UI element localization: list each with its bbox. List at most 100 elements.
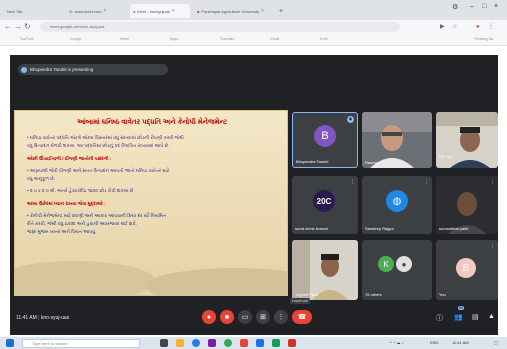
tab-label: New Tab [7, 8, 23, 14]
chat-icon[interactable]: ▤ [472, 313, 479, 321]
minimize-icon[interactable]: – [470, 3, 474, 10]
slide-line: • કેનોપી મેનેજમેન્ટ માટે છટણી અને આકાર આ… [27, 213, 167, 218]
slide-line: • ઘનિષ્ઠ વાવેતર પદ્ધતિ એટલે એકમ વિસ્તારમ… [27, 135, 184, 140]
tab-2[interactable]: ● Meet - knosyujuas × [130, 4, 190, 18]
meeting-code: kno-syuj-uas [40, 315, 70, 321]
taskbar-search-input[interactable]: Type here to search [22, 339, 140, 348]
shared-slide: આંબામાં ઘનિષ્ઠ વાવેતર પદ્ધતિ અને કેનોપી … [14, 110, 288, 296]
present-button[interactable]: ⊞ [256, 310, 270, 324]
forward-icon[interactable]: → [14, 22, 22, 32]
activities-icon[interactable]: ▲ [488, 313, 495, 320]
camera-off-icon: ■ [224, 313, 230, 321]
participant-name: Rasesh [365, 160, 379, 165]
participant-tile[interactable]: ◍ ⋮ Sandeep Rajgor [362, 176, 432, 234]
close-icon[interactable]: × [172, 8, 175, 14]
present-icon: ⊞ [260, 314, 266, 321]
participant-video [292, 240, 358, 300]
presenter-avatar [21, 66, 27, 73]
participant-tile[interactable]: B ◉ Bhupendra Tandel [292, 112, 358, 168]
app-icon[interactable] [240, 339, 248, 347]
phone-icon: ☎ [297, 314, 307, 321]
url-field[interactable]: meet.google.com/kno-syuj-uas [40, 22, 400, 32]
captions-button[interactable]: ▭ [238, 310, 252, 324]
mic-off-icon: ● [206, 313, 212, 321]
info-icon[interactable]: ⓘ [436, 313, 443, 323]
notification-icon[interactable]: ▢ [494, 340, 498, 345]
mic-off-icon: ⋮ [490, 115, 495, 121]
more-options-button[interactable]: ⋮ [274, 310, 288, 324]
tray-icons[interactable]: ^ ◔ ☁ ♪ [390, 340, 404, 345]
star-icon[interactable]: ☆ [452, 22, 457, 32]
slide-line: રીતે કરવી, જેથી વધુ પ્રકાશ અને હવાની અવર… [27, 221, 138, 226]
store-icon[interactable] [208, 339, 216, 347]
more-icon: ⋮ [277, 314, 285, 321]
tab-label: Meet - knosyujuas [137, 8, 170, 14]
windows-start-icon[interactable] [6, 339, 14, 347]
bookmark-item[interactable]: Maps [170, 37, 179, 41]
slide-line: આંબા ઉછેરમાં ધ્યાન રાખવા જેવા મુદ્દાઓ : [27, 201, 106, 206]
participant-tile[interactable]: ⋮ Yogesh Patel [292, 240, 358, 300]
slide-line: ઓછી ઊંચાઈવાળી / ઠીંગણી જાતોની પસંદગી : [27, 156, 112, 161]
separator: | [38, 315, 40, 321]
close-icon[interactable]: × [104, 8, 107, 14]
tab-3[interactable]: ■ Panchayat Agriculture University × [194, 4, 274, 18]
menu-icon[interactable]: ⋮ [488, 22, 494, 32]
people-count-badge: 85 [458, 306, 464, 310]
participant-tile[interactable]: ⋮ sumanbhai patel [436, 176, 498, 234]
excel-icon[interactable] [272, 339, 280, 347]
participant-name: sumanbhai patel [439, 226, 469, 231]
tab-label: Panchayat Agriculture University [201, 8, 260, 14]
bookmark-item[interactable]: Gmail [270, 37, 279, 41]
profile-icon[interactable]: ⚙ [452, 3, 458, 11]
reload-icon[interactable]: ↻ [24, 22, 31, 32]
taskbar-clock[interactable]: 11:41 AM [452, 340, 469, 345]
file-explorer-icon[interactable] [176, 339, 184, 347]
participant-name: surat crime branch [295, 226, 329, 231]
participant-tile[interactable]: B ⋮ You [436, 240, 498, 300]
powerpoint-icon[interactable] [288, 339, 296, 347]
presenting-label: Bhupendra Tandel is presenting [30, 67, 94, 72]
bookmark-item[interactable]: Google [70, 37, 81, 41]
tab-0[interactable]: New Tab [4, 4, 54, 18]
reading-list[interactable]: Reading list [475, 37, 493, 41]
youtube-icon: ■ [197, 8, 200, 14]
participant-video [436, 112, 498, 168]
bookmark-item[interactable]: YouTube [20, 37, 34, 41]
participant-tile[interactable]: ⋮ DIP Gir [436, 112, 498, 168]
task-view-icon[interactable] [160, 339, 168, 347]
maximize-icon[interactable]: □ [482, 3, 486, 10]
bookmark-item[interactable]: Drive [320, 37, 328, 41]
camera-off-button[interactable]: ■ [220, 310, 234, 324]
avatar: B [314, 125, 336, 147]
mic-off-icon: ⋮ [424, 179, 429, 185]
people-icon[interactable]: 👥 [454, 313, 463, 321]
bookmark-item[interactable]: News [120, 37, 129, 41]
back-icon[interactable]: ← [4, 22, 12, 32]
participant-tile[interactable]: K ● 76 others [362, 240, 432, 300]
new-tab-button[interactable]: + [276, 4, 286, 18]
bookmark-item[interactable]: Translate [220, 37, 234, 41]
crime-branch-logo: 20C [313, 190, 335, 212]
slide-line: • ૨.૫ x ૨.૫ મી. અંતરે હેક્ટરદીઠ ૧૬૦૦ છોડ… [27, 188, 135, 193]
close-window-icon[interactable]: × [494, 3, 498, 10]
word-icon[interactable] [256, 339, 264, 347]
presenting-banner: Bhupendra Tandel is presenting [18, 64, 168, 75]
edge-icon[interactable] [192, 339, 200, 347]
mic-off-icon: ⋮ [490, 179, 495, 185]
language-indicator[interactable]: ENG [430, 340, 439, 345]
slide-line: વધુ ઉત્પાદન મેળવી શકાય. આ પદ્ધતિમાં છોડન… [27, 143, 170, 148]
end-call-button[interactable]: ☎ [292, 310, 312, 324]
participant-tile[interactable]: Rasesh [362, 112, 432, 168]
avatar: K [378, 256, 394, 272]
chrome-icon[interactable] [224, 339, 232, 347]
meet-icon: ● [133, 8, 136, 14]
participant-name: DIP Gir [439, 154, 453, 159]
tab-1[interactable]: ◎ www.meet.com × [66, 4, 126, 18]
participant-tile[interactable]: 20C ⋮ surat crime branch [292, 176, 358, 234]
camera-indicator-icon[interactable]: ▶ [440, 22, 445, 32]
tab-label: www.meet.com [74, 8, 102, 14]
avatar: B [456, 258, 476, 278]
mic-off-button[interactable]: ● [202, 310, 216, 324]
captions-icon: ▭ [241, 314, 249, 321]
close-icon[interactable]: × [261, 8, 264, 14]
